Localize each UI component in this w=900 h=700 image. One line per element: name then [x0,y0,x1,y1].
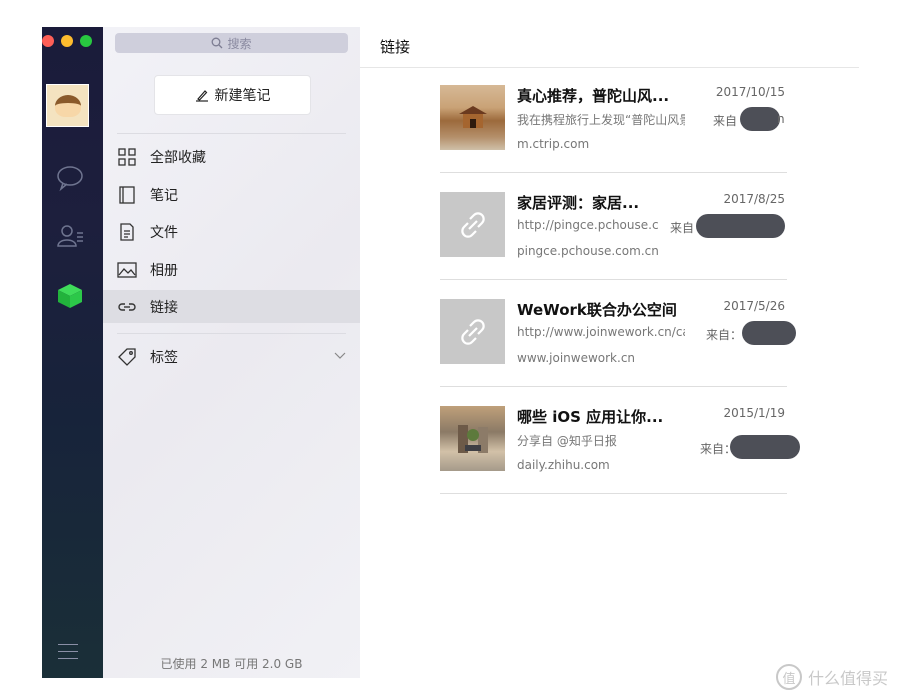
close-window-button[interactable] [42,35,54,47]
search-input[interactable]: 搜索 [115,33,348,53]
link-description: 我在携程旅行上发现“普陀山风景 [517,113,685,127]
link-date: 2017/8/25 [723,192,785,206]
watermark-text: 什么值得买 [807,669,888,688]
grid-icon [117,147,137,167]
sidebar-item-notes[interactable]: 笔记 [103,178,360,211]
sidebar-divider [117,333,346,334]
link-source-label: 来自 [713,114,738,128]
link-icon [460,211,485,238]
link-domain: daily.zhihu.com [517,458,610,472]
link-description: 分享自 @知乎日报 [517,434,617,448]
menu-icon[interactable] [58,644,78,660]
file-icon [117,222,137,242]
tag-icon [117,347,137,367]
page-title: 链接 [380,38,411,56]
pencil-icon [195,90,208,102]
image-icon [117,260,137,280]
search-placeholder: 搜索 [227,36,252,51]
avatar-face-icon [54,94,81,117]
app-window: 搜索 新建笔记 全部收藏 笔记 文件 相册 链接 标签 已使用 2 MB 可用 … [42,27,859,678]
link-domain: www.joinwework.cn [517,351,636,365]
link-title: 哪些 iOS 应用让你... [517,408,664,426]
sidebar-item-label: 文件 [150,224,178,241]
search-icon [212,37,223,49]
link-source-label: 来自 [670,221,695,235]
zoom-window-button[interactable] [80,35,92,47]
favorites-cube-icon[interactable] [55,281,85,311]
link-date: 2017/5/26 [723,299,785,313]
sidebar-item-album[interactable]: 相册 [103,253,360,286]
link-title: WeWork联合办公空间 [517,301,677,319]
link-domain: pingce.pchouse.com.cn [517,244,659,258]
temple-photo-icon [458,105,487,128]
watermark-badge-icon: 值 [775,664,802,690]
link-description: http://pingce.pchouse.c [517,218,659,232]
link-date: 2015/1/19 [723,406,785,420]
sidebar-item-label: 链接 [150,299,178,316]
sidebar-item-label: 全部收藏 [150,149,206,166]
link-item[interactable]: 哪些 iOS 应用让你... 2015/1/19 分享自 @知乎日报 来自： d… [440,386,800,494]
sidebar-item-files[interactable]: 文件 [103,215,360,248]
chat-icon[interactable] [55,163,85,193]
minimize-window-button[interactable] [61,35,73,47]
link-item[interactable]: 家居评测：家居... 2017/8/25 http://pingce.pchou… [440,172,787,280]
sidebar-item-links[interactable]: 链接 [103,290,360,323]
link-placeholder-thumbnail [440,299,505,364]
sidebar-divider [117,133,346,134]
link-date: 2017/10/15 [715,85,785,99]
link-title: 真心推荐，普陀山风... [517,87,670,105]
link-item[interactable]: WeWork联合办公空间 2017/5/26 http://www.joinwe… [440,279,796,387]
sidebar-item-label: 相册 [150,262,178,279]
sidebar-item-tags[interactable]: 标签 [103,340,360,373]
link-icon [117,297,137,317]
redacted-source [730,435,800,459]
link-source-label: 来自： [706,328,743,342]
storage-usage: 已使用 2 MB 可用 2.0 GB [160,657,303,671]
street-photo-icon [457,424,488,453]
redacted-source [742,321,796,345]
temple-photo-thumbnail [440,85,505,150]
new-note-label: 新建笔记 [214,88,271,104]
contacts-icon[interactable] [55,221,85,251]
sidebar-item-all[interactable]: 全部收藏 [103,140,360,173]
link-icon [460,318,485,345]
main-content: 链接 真心推荐，普陀山风... 2017/10/15 我在携程旅行上发现“普陀山… [360,27,859,678]
new-note-button[interactable]: 新建笔记 [154,75,311,115]
street-photo-thumbnail [440,406,505,471]
content-header: 链接 [360,27,859,68]
sidebar-item-label: 笔记 [150,187,178,204]
notebook-icon [117,185,137,205]
redacted-source [696,214,785,238]
link-title: 家居评测：家居... [517,194,640,212]
user-avatar[interactable] [46,84,89,127]
chevron-down-icon[interactable] [334,349,346,361]
site-watermark: 值 什么值得买 [775,664,888,690]
favorites-sidebar: 搜索 新建笔记 全部收藏 笔记 文件 相册 链接 标签 已使用 2 MB 可用 … [103,27,361,678]
app-rail [42,27,103,678]
link-item[interactable]: 真心推荐，普陀山风... 2017/10/15 我在携程旅行上发现“普陀山风景 … [440,65,787,173]
sidebar-item-label: 标签 [150,349,178,366]
redacted-source [740,107,780,131]
link-domain: m.ctrip.com [517,137,590,151]
link-description: http://www.joinwework.cn/car [517,325,685,339]
link-placeholder-thumbnail [440,192,505,257]
link-source-suffix: n [777,112,785,126]
